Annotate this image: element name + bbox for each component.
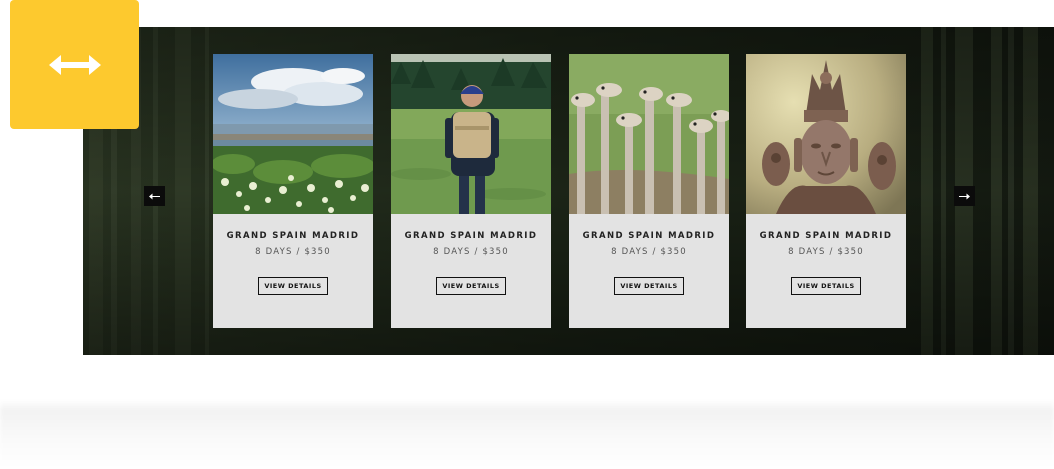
resize-badge bbox=[10, 0, 139, 129]
card-title: GRAND SPAIN MADRID bbox=[759, 231, 893, 241]
card-duration-price: 8 DAYS / $350 bbox=[611, 247, 687, 257]
view-details-button[interactable]: VIEW DETAILS bbox=[791, 277, 861, 295]
tour-card: GRAND SPAIN MADRID 8 DAYS / $350 VIEW DE… bbox=[213, 54, 373, 328]
view-details-button[interactable]: VIEW DETAILS bbox=[258, 277, 328, 295]
card-duration-price: 8 DAYS / $350 bbox=[433, 247, 509, 257]
stone-statue-photo bbox=[746, 54, 906, 214]
card-duration-price: 8 DAYS / $350 bbox=[255, 247, 331, 257]
card-duration-price: 8 DAYS / $350 bbox=[788, 247, 864, 257]
tour-card: GRAND SPAIN MADRID 8 DAYS / $350 VIEW DE… bbox=[746, 54, 906, 328]
view-details-button[interactable]: VIEW DETAILS bbox=[614, 277, 684, 295]
section-shadow bbox=[0, 400, 1054, 469]
arrow-right-icon bbox=[959, 193, 970, 200]
hiker-in-field-photo bbox=[391, 54, 551, 214]
coastal-landscape-photo bbox=[213, 54, 373, 214]
slider-prev-button[interactable] bbox=[144, 186, 165, 206]
horizontal-resize-icon bbox=[48, 54, 101, 76]
card-title: GRAND SPAIN MADRID bbox=[582, 231, 716, 241]
slider-next-button[interactable] bbox=[954, 186, 975, 206]
card-title: GRAND SPAIN MADRID bbox=[404, 231, 538, 241]
ostriches-photo bbox=[569, 54, 729, 214]
tour-card: GRAND SPAIN MADRID 8 DAYS / $350 VIEW DE… bbox=[569, 54, 729, 328]
view-details-button[interactable]: VIEW DETAILS bbox=[436, 277, 506, 295]
tour-card: GRAND SPAIN MADRID 8 DAYS / $350 VIEW DE… bbox=[391, 54, 551, 328]
arrow-left-icon bbox=[149, 193, 160, 200]
card-title: GRAND SPAIN MADRID bbox=[226, 231, 360, 241]
